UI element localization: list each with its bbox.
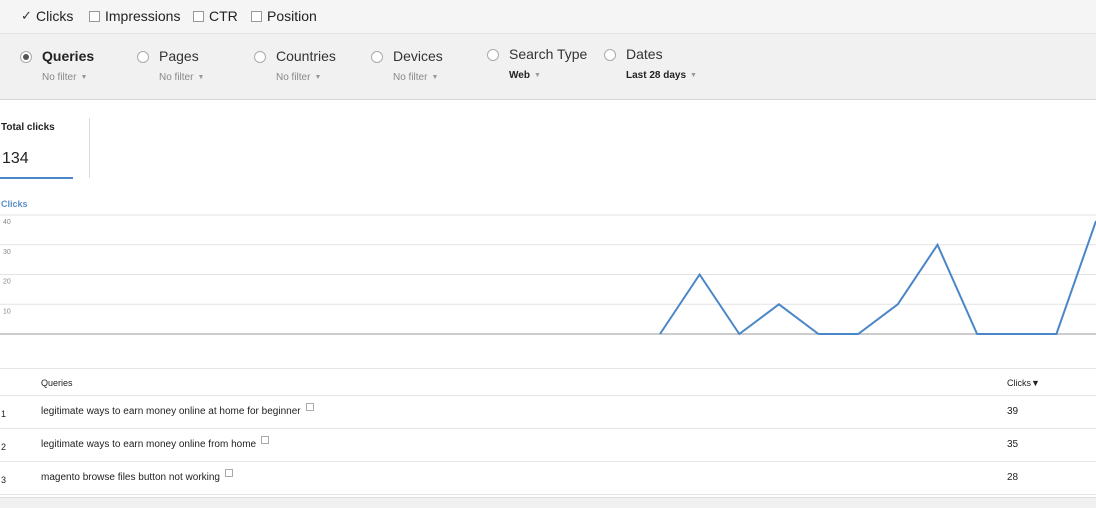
radio-icon: [487, 49, 499, 61]
caret-down-icon: ▼: [80, 73, 88, 81]
row-index: 1: [1, 409, 7, 419]
dimension-label: Search Type: [509, 46, 588, 62]
total-clicks-value: 134: [2, 150, 29, 167]
filter-value: No filter: [42, 72, 77, 83]
metric-clicks-toggle[interactable]: ✓ Clicks: [21, 8, 73, 24]
clicks-series-line: [659, 220, 1096, 336]
table-row[interactable]: 2 legitimate ways to earn money online f…: [0, 429, 1096, 462]
external-link-icon[interactable]: [225, 469, 233, 477]
metric-toggles: ✓ Clicks Impressions CTR Position: [0, 0, 1096, 34]
metric-label: CTR: [209, 8, 238, 24]
row-index: 3: [1, 475, 7, 485]
table-row[interactable]: 3 magento browse files button not workin…: [0, 462, 1096, 495]
clicks-line-chart: 10 20 30 40: [0, 214, 1096, 336]
caret-down-icon: ▼: [197, 73, 205, 81]
dimension-label: Countries: [276, 48, 336, 64]
query-text[interactable]: legitimate ways to earn money online fro…: [41, 439, 256, 450]
dimension-filters: Queries No filter ▼ Pages No filter ▼ Coun…: [0, 34, 1096, 100]
y-tick-label: 30: [3, 249, 11, 256]
queries-table: Queries Clicks▼ 1 legitimate ways to ear…: [0, 368, 1096, 495]
external-link-icon[interactable]: [261, 436, 270, 444]
dimension-filter-dropdown[interactable]: No filter ▼: [276, 72, 321, 83]
query-text[interactable]: legitimate ways to earn money online at …: [41, 406, 301, 417]
clicks-cell: 28: [1007, 472, 1019, 483]
total-clicks-label: Total clicks: [1, 122, 55, 133]
filter-value: No filter: [276, 72, 311, 83]
dimension-filter-dropdown[interactable]: No filter ▼: [159, 72, 204, 83]
selected-metric-underline: [0, 177, 73, 179]
column-header-clicks[interactable]: Clicks▼: [1007, 378, 1040, 388]
y-tick-label: 20: [3, 279, 11, 286]
filter-value: Web: [509, 70, 530, 81]
dimension-filter-dropdown[interactable]: Web ▼: [509, 70, 541, 81]
dimension-filter-dropdown[interactable]: No filter ▼: [393, 72, 438, 83]
caret-down-icon: ▼: [690, 71, 697, 79]
radio-icon: [137, 51, 149, 63]
table-header: Queries Clicks▼: [0, 368, 1096, 396]
query-cell: magento browse files button not working: [41, 469, 233, 483]
checkbox-icon: [193, 10, 204, 22]
dimension-label: Queries: [42, 48, 95, 64]
dimension-filter-dropdown[interactable]: Last 28 days ▼: [626, 70, 697, 81]
caret-down-icon: ▼: [533, 71, 541, 79]
column-header-queries[interactable]: Queries: [41, 378, 73, 388]
filter-value: No filter: [393, 72, 428, 83]
metric-impressions-toggle[interactable]: Impressions: [89, 8, 180, 24]
clicks-cell: 35: [1007, 439, 1019, 450]
y-tick-label: 10: [3, 308, 11, 315]
radio-icon: [604, 49, 616, 61]
dimension-label: Devices: [393, 48, 443, 64]
card-divider: [89, 118, 90, 178]
dimension-filter-dropdown[interactable]: No filter ▼: [42, 72, 87, 83]
filter-value: Last 28 days: [626, 70, 687, 81]
metric-label: Impressions: [105, 8, 181, 24]
query-cell: legitimate ways to earn money online fro…: [41, 436, 270, 450]
checkbox-icon: [89, 10, 100, 22]
y-tick-label: 40: [3, 219, 11, 226]
filter-value: No filter: [159, 72, 194, 83]
metric-label: Clicks: [36, 8, 74, 24]
dimension-label: Dates: [626, 46, 663, 62]
clicks-cell: 39: [1007, 406, 1019, 417]
table-row[interactable]: 1 legitimate ways to earn money online a…: [0, 396, 1096, 429]
radio-selected-icon: [20, 51, 32, 63]
checkmark-icon: ✓: [21, 8, 32, 23]
metric-position-toggle[interactable]: Position: [251, 8, 317, 24]
query-cell: legitimate ways to earn money online at …: [41, 403, 314, 417]
bottom-bar: [0, 497, 1096, 508]
external-link-icon[interactable]: [305, 403, 314, 411]
query-text[interactable]: magento browse files button not working: [41, 472, 220, 483]
metric-label: Position: [267, 8, 317, 24]
row-index: 2: [1, 442, 7, 452]
dimension-label: Pages: [159, 48, 199, 64]
checkbox-icon: [251, 10, 262, 22]
caret-down-icon: ▼: [431, 73, 439, 81]
caret-down-icon: ▼: [314, 73, 322, 81]
radio-icon: [254, 51, 266, 63]
radio-icon: [371, 51, 383, 63]
metric-ctr-toggle[interactable]: CTR: [193, 8, 238, 24]
